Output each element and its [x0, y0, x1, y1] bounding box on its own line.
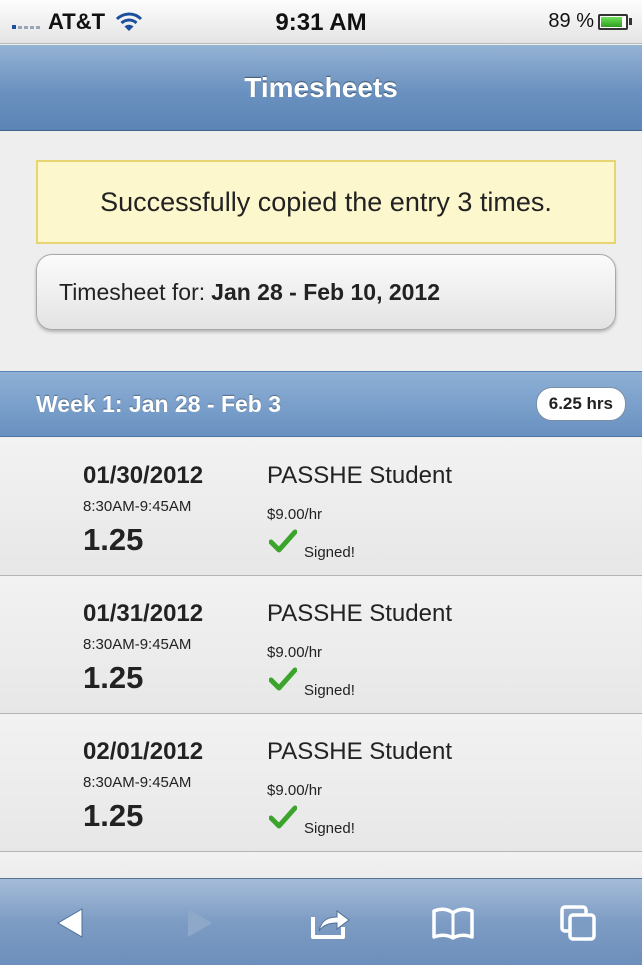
entry-date: 02/01/2012 [83, 738, 204, 765]
bookmarks-button[interactable] [425, 895, 481, 951]
checkmark-icon [269, 805, 297, 829]
entry-date: 01/30/2012 [83, 462, 204, 489]
tabs-icon [560, 905, 596, 941]
page-title: Timesheets [244, 71, 398, 103]
navbar: Timesheets [0, 45, 642, 131]
entry-date: 01/31/2012 [83, 600, 204, 627]
checkmark-icon [269, 667, 297, 691]
tabs-button[interactable] [550, 895, 606, 951]
week-title: Week 1: Jan 28 - Feb 3 [36, 390, 282, 417]
entry-hours: 1.25 [83, 798, 144, 833]
entry-hours: 1.25 [83, 660, 144, 695]
entry-row-partial[interactable] [0, 852, 642, 878]
week-header: Week 1: Jan 28 - Feb 3 6.25 hrs [0, 371, 642, 437]
battery-fill [601, 16, 623, 27]
period-label: Timesheet for: [59, 278, 206, 305]
bookmarks-icon [432, 907, 474, 940]
checkmark-icon [269, 529, 297, 553]
status-time: 9:31 AM [275, 9, 367, 36]
entry-rate: $9.00/hr [267, 644, 323, 661]
entry-job: PASSHE Student [267, 738, 452, 765]
entry-time: 8:30AM-9:45AM [83, 498, 192, 515]
entry-hours: 1.25 [83, 522, 144, 557]
entry-rate: $9.00/hr [267, 782, 323, 799]
entry-time: 8:30AM-9:45AM [83, 774, 192, 791]
entry-row[interactable]: 02/01/2012 8:30AM-9:45AM 1.25 PASSHE Stu… [0, 714, 642, 852]
entry-list: 01/30/2012 8:30AM-9:45AM 1.25 PASSHE Stu… [0, 438, 642, 878]
success-alert: Successfully copied the entry 3 times. [36, 160, 616, 244]
status-bar: AT&T 9:31 AM 89 % [0, 0, 642, 44]
share-button[interactable] [302, 895, 358, 951]
battery-icon [598, 13, 628, 30]
entry-status: Signed! [304, 544, 355, 561]
entry-rate: $9.00/hr [267, 506, 323, 523]
browser-toolbar [0, 878, 642, 965]
back-arrow-icon [57, 908, 83, 938]
entry-job: PASSHE Student [267, 600, 452, 627]
entry-job: PASSHE Student [267, 462, 452, 489]
forward-arrow-icon [188, 909, 212, 937]
entry-status: Signed! [304, 820, 355, 837]
period-value: Jan 28 - Feb 10, 2012 [211, 278, 441, 305]
entry-status: Signed! [304, 682, 355, 699]
battery-tip [629, 18, 632, 25]
entry-time: 8:30AM-9:45AM [83, 636, 192, 653]
timesheet-period-button[interactable]: Timesheet for: Jan 28 - Feb 10, 2012 [36, 254, 616, 330]
share-icon [311, 910, 350, 939]
status-right: 89 % [548, 10, 632, 33]
week-hours-badge: 6.25 hrs [535, 387, 626, 421]
forward-button[interactable] [172, 895, 228, 951]
entry-row[interactable]: 01/31/2012 8:30AM-9:45AM 1.25 PASSHE Stu… [0, 576, 642, 714]
back-button[interactable] [42, 895, 98, 951]
entry-row[interactable]: 01/30/2012 8:30AM-9:45AM 1.25 PASSHE Stu… [0, 438, 642, 576]
battery-percent: 89 % [548, 10, 594, 32]
alert-message: Successfully copied the entry 3 times. [100, 186, 552, 217]
